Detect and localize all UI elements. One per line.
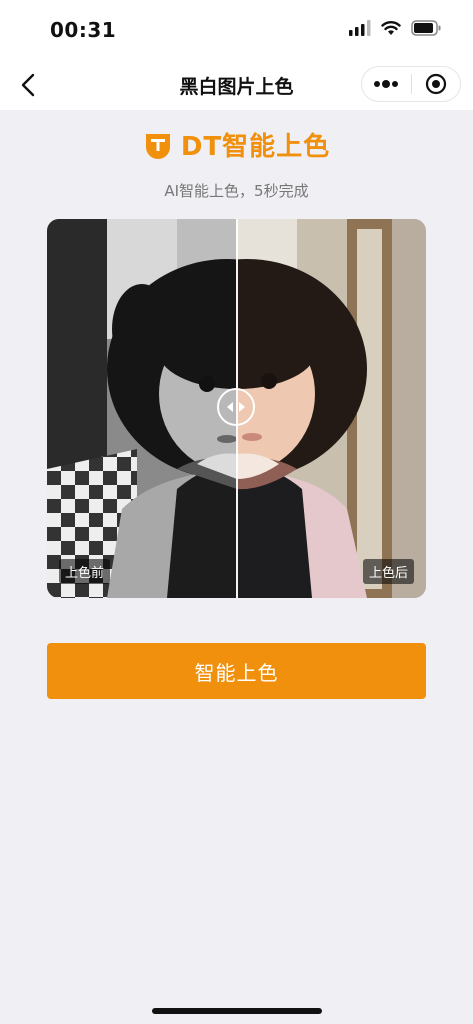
before-label: 上色前 [59, 559, 111, 584]
drag-arrows-icon [227, 402, 245, 412]
target-circle-icon [425, 73, 446, 95]
status-icons [349, 20, 441, 36]
signal-icon [349, 20, 371, 36]
before-after-comparison[interactable]: 上色前 上色后 [47, 219, 426, 598]
after-label: 上色后 [362, 559, 414, 584]
nav-bar: 黑白图片上色 [0, 60, 473, 110]
comparison-slider-handle[interactable] [217, 388, 255, 426]
wifi-icon [381, 21, 401, 35]
more-dots-icon [374, 80, 399, 88]
capsule-menu [361, 66, 461, 102]
close-miniprogram-button[interactable] [412, 67, 461, 101]
more-button[interactable] [362, 67, 411, 101]
colorize-button[interactable]: 智能上色 [47, 643, 426, 699]
brand-name: DT智能上色 [180, 132, 331, 162]
status-bar: 00:31 [0, 0, 473, 60]
battery-icon [411, 20, 441, 36]
status-time: 00:31 [50, 18, 117, 42]
brand-header: DT智能上色 [0, 126, 473, 163]
dt-logo-icon [145, 133, 170, 159]
home-indicator [152, 1008, 322, 1014]
subtitle: AI智能上色，5秒完成 [164, 182, 309, 200]
